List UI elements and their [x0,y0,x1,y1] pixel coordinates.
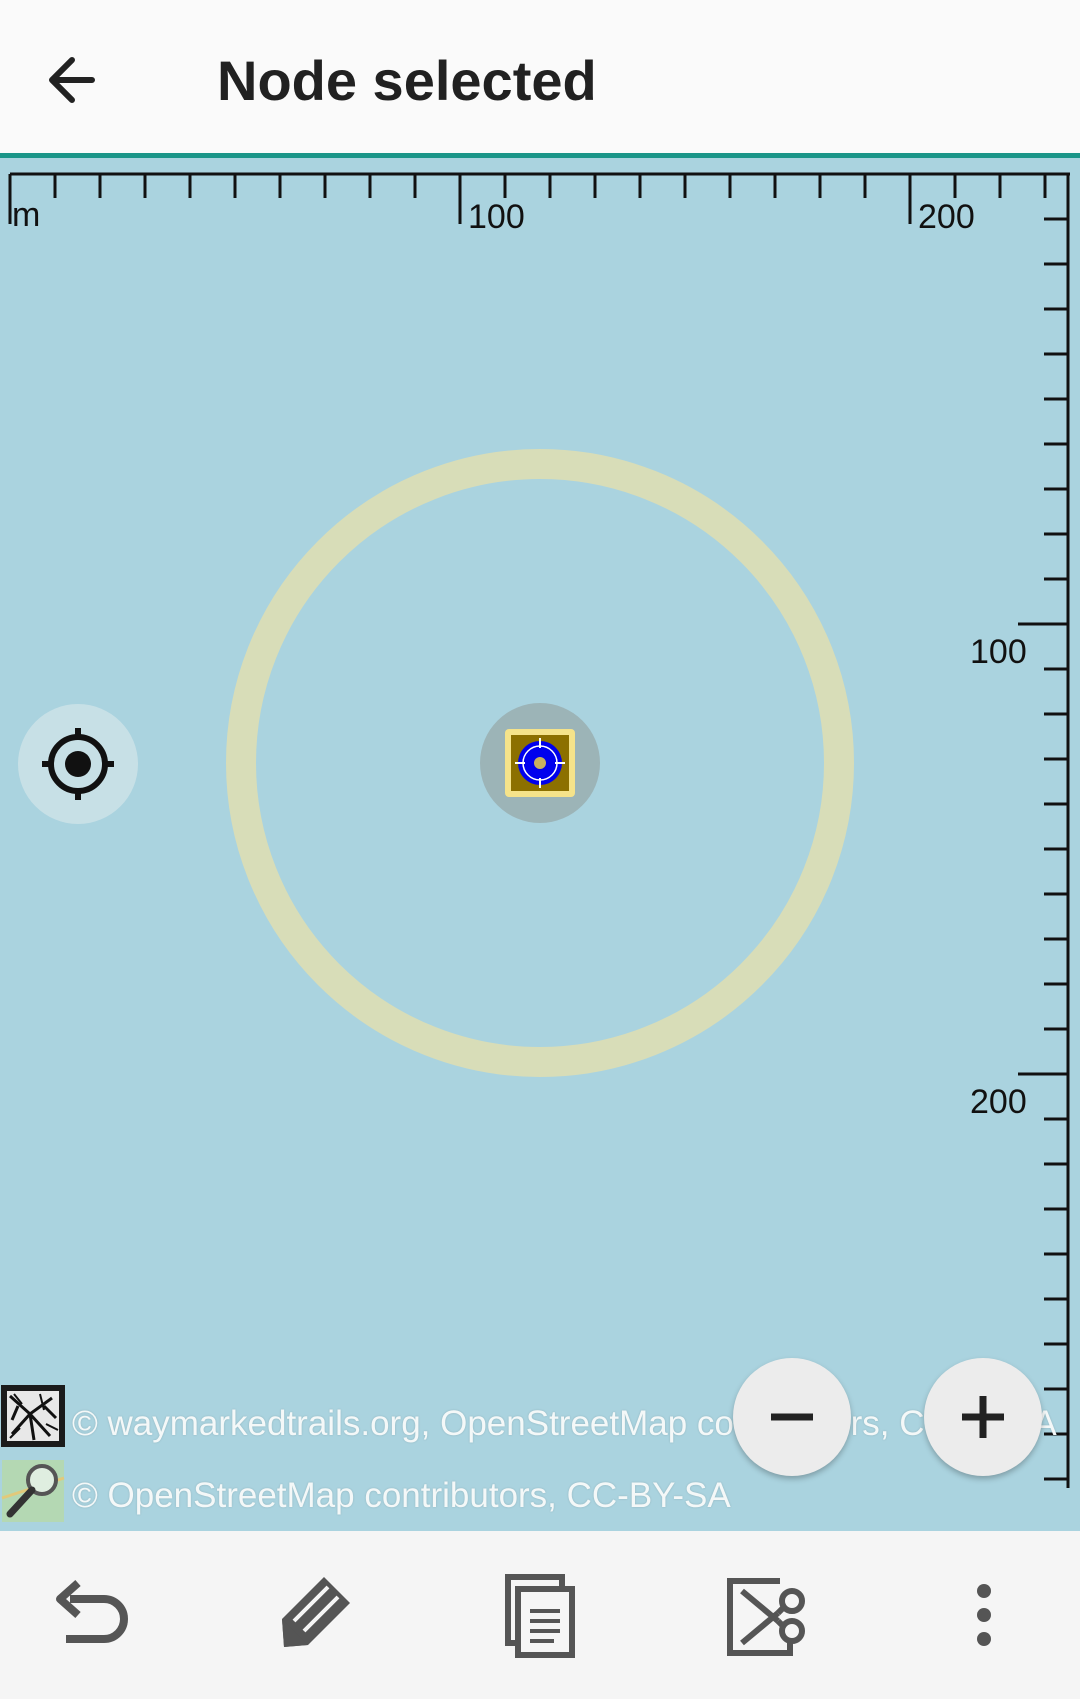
top-scale-label-200: 200 [918,198,975,236]
waymarkedtrails-logo [1,1385,65,1447]
zoom-out-button[interactable] [733,1358,851,1476]
cut-button[interactable] [704,1555,824,1675]
bottom-toolbar [0,1531,1080,1699]
my-location-button[interactable] [18,704,138,824]
horizontal-scale [8,172,1070,224]
base-attribution[interactable]: © OpenStreetMap contributors, CC-BY-SA [72,1476,731,1516]
overflow-menu-button[interactable] [924,1555,1044,1675]
edit-tags-button[interactable] [252,1555,372,1675]
zoom-in-button[interactable] [924,1358,1042,1476]
magnifier-map-icon [1,1460,65,1522]
tag-edit-icon [282,1577,350,1647]
right-scale-label-100: 100 [970,633,1027,671]
copy-button[interactable] [478,1555,598,1675]
cut-icon [727,1578,805,1656]
more-vert-icon [977,1584,991,1646]
plus-icon [962,1396,1004,1438]
back-button[interactable] [40,40,120,120]
vertical-scale [1018,174,1070,1488]
copy-icon [505,1574,575,1658]
arrow-left-icon [49,57,95,103]
overlay-attribution[interactable]: © waymarkedtrails.org, OpenStreetMap con… [72,1404,1057,1444]
page-title: Node selected [217,49,597,112]
right-scale-label-200: 200 [970,1083,1027,1121]
undo-button[interactable] [30,1555,150,1675]
scale-unit: m [12,196,40,234]
app-bar: Node selected [0,0,1080,158]
map-scales: m 100 200 100 200 [8,172,1070,1488]
minus-icon [771,1413,813,1421]
map-view[interactable]: m 100 200 100 200 © waymarkedtrails.org,… [0,158,1080,1531]
undo-icon [56,1580,128,1643]
crosshair-icon [42,728,114,800]
top-scale-label-100: 100 [468,198,525,236]
